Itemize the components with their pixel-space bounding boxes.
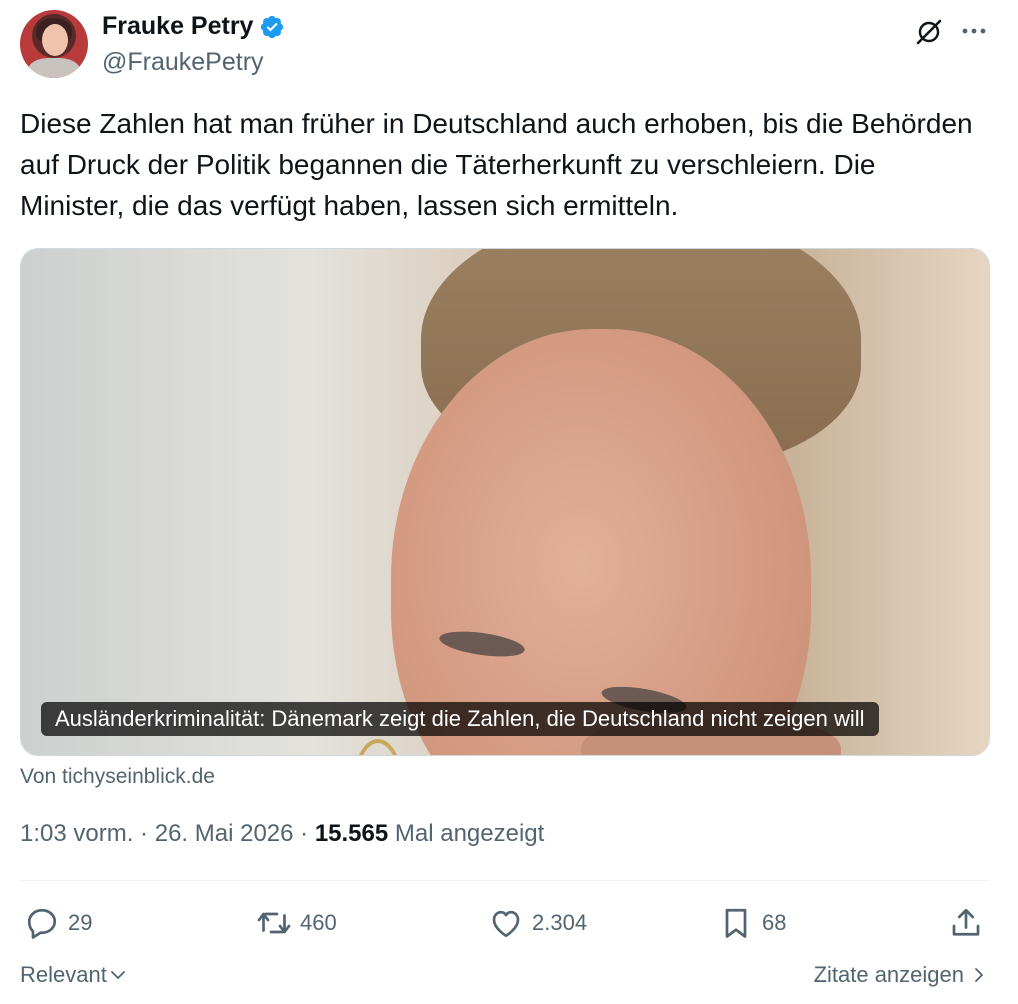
view-label: Mal angezeigt — [388, 820, 545, 847]
grok-icon[interactable] — [913, 16, 945, 48]
article-photo — [21, 249, 989, 755]
bookmark-button[interactable]: 68 — [718, 900, 786, 946]
bookmark-count: 68 — [762, 910, 787, 935]
more-icon[interactable] — [959, 16, 989, 46]
like-button[interactable]: 2.304 — [488, 900, 587, 946]
link-card-caption: Ausländerkriminalität: Dänemark zeigt di… — [41, 702, 879, 736]
avatar[interactable] — [20, 10, 88, 78]
view-quotes-link[interactable]: Zitate anzeigen — [814, 962, 988, 988]
quotes-label: Zitate anzeigen — [813, 962, 964, 987]
reply-button[interactable]: 29 — [24, 900, 92, 946]
reply-count: 29 — [68, 910, 93, 935]
action-bar: 29 460 2.304 68 — [20, 900, 990, 946]
like-count: 2.304 — [532, 910, 588, 935]
meta-separator: · — [293, 820, 315, 847]
bookmark-icon — [725, 908, 747, 938]
share-icon — [952, 908, 980, 936]
tweet-header: Frauke Petry @FraukePetry — [20, 10, 995, 82]
heart-icon — [492, 910, 520, 938]
tweet-time[interactable]: 1:03 vorm. — [20, 820, 133, 847]
repost-count: 460 — [300, 910, 337, 935]
handle[interactable]: @FraukePetry — [102, 48, 264, 77]
verified-badge-icon[interactable] — [259, 14, 285, 40]
divider — [20, 880, 990, 881]
meta-separator: · — [133, 820, 155, 847]
repost-button[interactable]: 460 — [256, 900, 337, 946]
display-name[interactable]: Frauke Petry — [102, 12, 253, 41]
sort-label: Relevant — [20, 962, 107, 987]
tweet-meta: 1:03 vorm. · 26. Mai 2026 · 15.565 Mal a… — [20, 820, 544, 848]
view-count: 15.565 — [314, 820, 389, 847]
reply-icon — [27, 908, 57, 939]
chevron-right-icon — [975, 968, 983, 982]
tweet-date[interactable]: 26. Mai 2026 — [155, 820, 294, 847]
share-button[interactable] — [948, 900, 984, 946]
link-source[interactable]: Von tichyseinblick.de — [20, 765, 215, 789]
repost-icon — [257, 912, 291, 934]
chevron-down-icon — [110, 971, 125, 979]
tweet-text: Diese Zahlen hat man früher in Deutschla… — [20, 108, 973, 221]
name-row: Frauke Petry — [102, 12, 285, 41]
link-card-media[interactable]: Ausländerkriminalität: Dänemark zeigt di… — [20, 248, 990, 756]
sort-dropdown[interactable]: Relevant — [20, 962, 127, 988]
